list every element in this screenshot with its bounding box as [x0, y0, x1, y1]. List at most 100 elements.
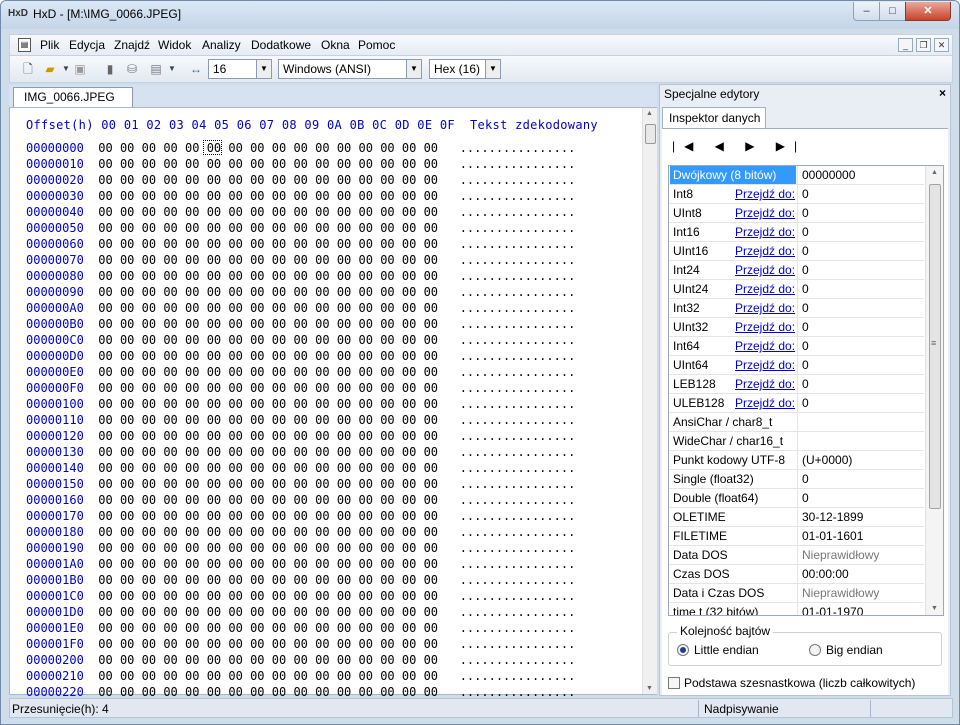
inspector-value[interactable]: 0: [797, 337, 924, 355]
hex-byte[interactable]: 00: [380, 269, 394, 283]
hex-byte[interactable]: 00: [359, 669, 373, 683]
hex-byte[interactable]: 00: [207, 461, 221, 475]
hex-row[interactable]: 000001E0 00 00 00 00 00 00 00 00 00 00 0…: [26, 620, 575, 636]
hex-byte[interactable]: 00: [98, 429, 112, 443]
hex-byte[interactable]: 00: [228, 381, 242, 395]
hex-row[interactable]: 00000160 00 00 00 00 00 00 00 00 00 00 0…: [26, 492, 575, 508]
hex-byte[interactable]: 00: [402, 237, 416, 251]
hex-byte[interactable]: 00: [142, 285, 156, 299]
inspector-value[interactable]: 0: [797, 394, 924, 412]
hex-byte[interactable]: 00: [98, 493, 112, 507]
inspector-row[interactable]: Int32 Przejdź do: 0: [669, 299, 924, 318]
hex-byte[interactable]: 00: [293, 349, 307, 363]
hex-byte[interactable]: 00: [337, 621, 351, 635]
hex-byte[interactable]: 00: [272, 173, 286, 187]
hex-byte[interactable]: 00: [142, 269, 156, 283]
hex-byte[interactable]: 00: [424, 525, 438, 539]
hex-byte[interactable]: 00: [250, 637, 264, 651]
hex-byte[interactable]: 00: [98, 349, 112, 363]
hex-byte[interactable]: 00: [185, 333, 199, 347]
hex-byte[interactable]: 00: [120, 317, 134, 331]
hex-base-checkbox[interactable]: Podstawa szesnastkowa (liczb całkowitych…: [668, 676, 915, 690]
hex-byte[interactable]: 00: [272, 365, 286, 379]
menu-widok[interactable]: Widok: [158, 38, 191, 52]
scroll-up-icon[interactable]: ▲: [646, 110, 653, 117]
maximize-button[interactable]: □: [879, 2, 906, 21]
hex-byte[interactable]: 00: [163, 269, 177, 283]
hex-byte[interactable]: 00: [228, 621, 242, 635]
hex-byte[interactable]: 00: [207, 653, 221, 667]
hex-byte[interactable]: 00: [424, 509, 438, 523]
decoded-text[interactable]: ................: [460, 557, 576, 571]
hex-byte[interactable]: 00: [142, 541, 156, 555]
decoded-text[interactable]: ................: [460, 141, 576, 155]
hex-byte[interactable]: 00: [380, 317, 394, 331]
hex-byte[interactable]: 00: [98, 653, 112, 667]
hex-byte[interactable]: 00: [142, 637, 156, 651]
hex-row[interactable]: 00000050 00 00 00 00 00 00 00 00 00 00 0…: [26, 220, 575, 236]
hex-byte[interactable]: 00: [228, 157, 242, 171]
inspector-row[interactable]: Dwójkowy (8 bitów) 00000000: [669, 166, 924, 185]
hex-byte[interactable]: 00: [163, 541, 177, 555]
hex-byte[interactable]: 00: [98, 589, 112, 603]
hex-byte[interactable]: 00: [272, 573, 286, 587]
inspector-value[interactable]: 0: [797, 489, 924, 507]
hex-byte[interactable]: 00: [142, 397, 156, 411]
scroll-down-icon[interactable]: ▼: [931, 605, 938, 612]
hex-byte[interactable]: 00: [120, 637, 134, 651]
hex-byte[interactable]: 00: [359, 349, 373, 363]
radio-empty-icon[interactable]: [809, 644, 821, 656]
hex-byte[interactable]: 00: [359, 573, 373, 587]
hex-byte[interactable]: 00: [163, 685, 177, 699]
hex-byte[interactable]: 00: [272, 493, 286, 507]
inspector-row[interactable]: Czas DOS 00:00:00: [669, 565, 924, 584]
hex-byte[interactable]: 00: [424, 237, 438, 251]
hex-byte[interactable]: 00: [98, 157, 112, 171]
charset-select[interactable]: Windows (ANSI) ▼: [278, 59, 422, 79]
hex-byte[interactable]: 00: [98, 221, 112, 235]
hex-byte[interactable]: 00: [250, 333, 264, 347]
inspector-value[interactable]: 30-12-1899: [797, 508, 924, 526]
hex-byte[interactable]: 00: [163, 621, 177, 635]
hex-byte[interactable]: 00: [250, 253, 264, 267]
hex-byte[interactable]: 00: [142, 477, 156, 491]
hex-byte[interactable]: 00: [207, 237, 221, 251]
hex-byte[interactable]: 00: [163, 429, 177, 443]
inspector-row[interactable]: Punkt kodowy UTF-8 (U+0000): [669, 451, 924, 470]
hex-byte[interactable]: 00: [402, 637, 416, 651]
hex-byte[interactable]: 00: [380, 381, 394, 395]
decoded-text[interactable]: ................: [460, 301, 576, 315]
hex-byte[interactable]: 00: [315, 397, 329, 411]
hex-editor[interactable]: Offset(h) 00 01 02 03 04 05 06 07 08 09 …: [9, 107, 657, 699]
hex-byte[interactable]: 00: [337, 285, 351, 299]
hex-byte[interactable]: 00: [207, 637, 221, 651]
hex-row[interactable]: 00000190 00 00 00 00 00 00 00 00 00 00 0…: [26, 540, 575, 556]
menu-analizy[interactable]: Analizy: [202, 38, 241, 52]
hex-byte[interactable]: 00: [207, 317, 221, 331]
decoded-text[interactable]: ................: [460, 477, 576, 491]
hex-byte[interactable]: 00: [120, 605, 134, 619]
scroll-down-icon[interactable]: ▼: [646, 685, 653, 692]
decoded-text[interactable]: ................: [460, 173, 576, 187]
hex-byte[interactable]: 00: [163, 237, 177, 251]
hex-byte[interactable]: 00: [337, 573, 351, 587]
hex-byte[interactable]: 00: [250, 589, 264, 603]
hex-byte[interactable]: 00: [380, 477, 394, 491]
hex-byte[interactable]: 00: [293, 381, 307, 395]
hex-byte[interactable]: 00: [185, 173, 199, 187]
hex-byte[interactable]: 00: [98, 541, 112, 555]
hex-byte[interactable]: 00: [380, 445, 394, 459]
hex-byte[interactable]: 00: [293, 589, 307, 603]
hex-byte[interactable]: 00: [207, 205, 221, 219]
mdi-restore-button[interactable]: ❐: [916, 38, 931, 52]
hex-byte[interactable]: 00: [337, 525, 351, 539]
inspector-value[interactable]: 0: [797, 299, 924, 317]
inspector-value[interactable]: 01-01-1601: [797, 527, 924, 545]
hex-byte[interactable]: 00: [228, 445, 242, 459]
hex-byte[interactable]: 00: [120, 333, 134, 347]
hex-byte[interactable]: 00: [142, 349, 156, 363]
hex-byte[interactable]: 00: [142, 557, 156, 571]
hex-byte[interactable]: 00: [402, 365, 416, 379]
hex-byte[interactable]: 00: [402, 333, 416, 347]
hex-byte[interactable]: 00: [207, 253, 221, 267]
